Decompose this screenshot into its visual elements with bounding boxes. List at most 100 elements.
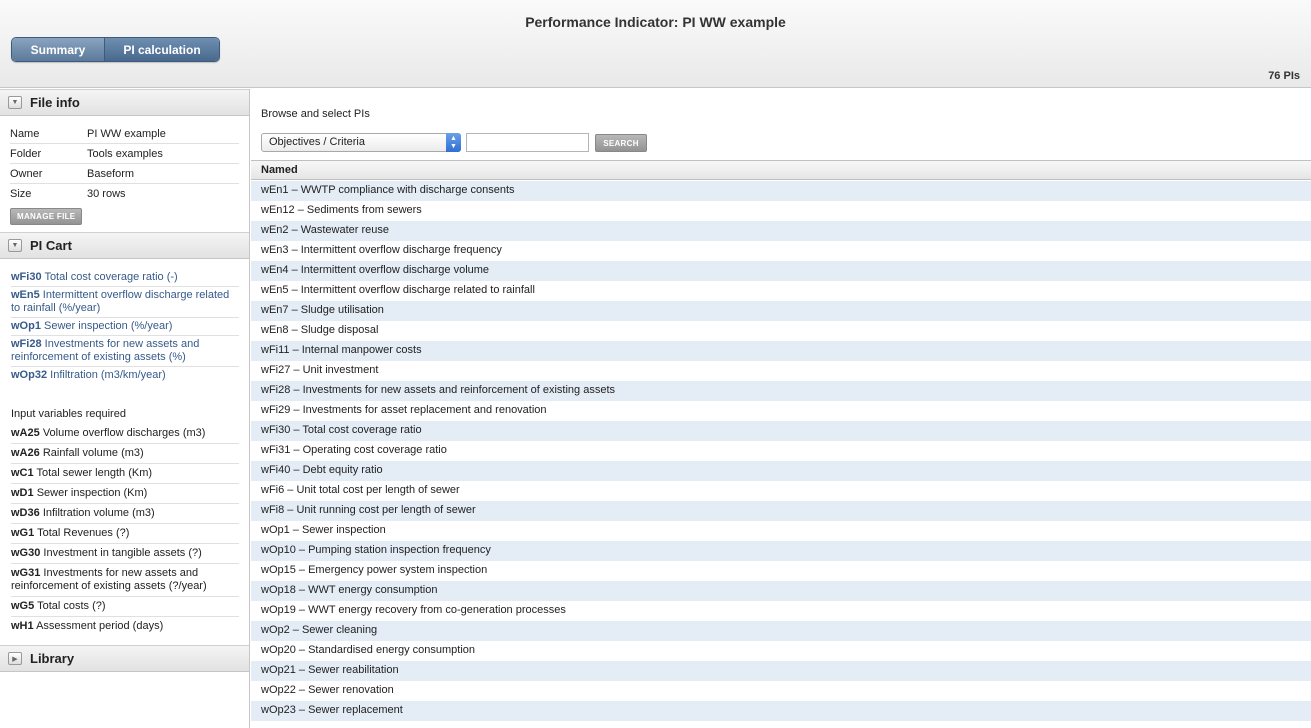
sidebar: ▼ File info Name PI WW example Folder To… (0, 89, 250, 728)
variable-code: wH1 (11, 620, 34, 632)
pi-row[interactable]: wFi30 – Total cost coverage ratio (251, 421, 1311, 441)
file-info-key: Folder (10, 147, 42, 160)
pi-row[interactable]: wFi8 – Unit running cost per length of s… (251, 501, 1311, 521)
cart-item[interactable]: wOp32 Infiltration (m3/km/year) (11, 367, 239, 384)
expand-right-icon[interactable]: ▶ (8, 652, 22, 665)
cart-item[interactable]: wFi30 Total cost coverage ratio (-) (11, 269, 239, 287)
file-info-key: Size (10, 188, 32, 200)
app-header: Performance Indicator: PI WW example Sum… (0, 0, 1311, 88)
file-info-value: Tools examples (87, 147, 163, 160)
variable-code: wC1 (11, 467, 34, 479)
page-title: Performance Indicator: PI WW example (525, 14, 786, 30)
cart-item[interactable]: wFi28 Investments for new assets and rei… (11, 336, 239, 367)
cart-item-code: wFi28 (11, 338, 42, 350)
cart-item-code: wOp32 (11, 369, 48, 381)
variable-label: Investment in tangible assets (?) (43, 547, 202, 559)
cart-item[interactable]: wOp1 Sewer inspection (%/year) (11, 318, 239, 336)
pi-row[interactable]: wFi27 – Unit investment (251, 361, 1311, 381)
pi-row[interactable]: wFi29 – Investments for asset replacemen… (251, 401, 1311, 421)
tab-summary[interactable]: Summary (12, 38, 104, 61)
required-variables-list: wA25 Volume overflow discharges (m3) wA2… (11, 424, 239, 636)
pi-row[interactable]: wOp10 – Pumping station inspection frequ… (251, 541, 1311, 561)
file-info-table: Name PI WW example Folder Tools examples… (10, 124, 239, 204)
cart-item[interactable]: wEn5 Intermittent overflow discharge rel… (11, 287, 239, 318)
collapse-down-icon[interactable]: ▼ (8, 239, 22, 252)
cart-item-code: wOp1 (11, 320, 41, 332)
criteria-select-value: Objectives / Criteria (269, 136, 365, 148)
cart-item-code: wFi30 (11, 271, 42, 283)
collapse-down-icon[interactable]: ▼ (8, 96, 22, 109)
pi-row[interactable]: wFi11 – Internal manpower costs (251, 341, 1311, 361)
view-switcher: Summary PI calculation (11, 37, 220, 62)
pi-row[interactable]: wOp20 – Standardised energy consumption (251, 641, 1311, 661)
cart-item-label: Intermittent overflow discharge related … (11, 289, 230, 314)
pi-row[interactable]: wOp23 – Sewer replacement (251, 701, 1311, 721)
variable-code: wG31 (11, 567, 41, 579)
select-arrows-icon: ▲ ▼ (446, 133, 461, 152)
cart-item-label: Sewer inspection (%/year) (44, 320, 173, 332)
cart-item-code: wEn5 (11, 289, 40, 301)
pi-row[interactable]: wEn3 – Intermittent overflow discharge f… (251, 241, 1311, 261)
variable-code: wD1 (11, 487, 34, 499)
variable-item: wG5 Total costs (?) (11, 597, 239, 617)
cart-item-label: Total cost coverage ratio (-) (44, 271, 178, 283)
main-panel: Browse and select PIs Objectives / Crite… (251, 89, 1311, 728)
variable-item: wG31 Investments for new assets and rein… (11, 564, 239, 597)
variable-item: wD1 Sewer inspection (Km) (11, 484, 239, 504)
pi-row[interactable]: wOp21 – Sewer reabilitation (251, 661, 1311, 681)
variable-item: wG1 Total Revenues (?) (11, 524, 239, 544)
pi-count: 76 PIs (1268, 70, 1300, 82)
file-info-row: Owner Baseform (10, 164, 239, 184)
pi-row[interactable]: wOp1 – Sewer inspection (251, 521, 1311, 541)
browse-title: Browse and select PIs (261, 108, 370, 120)
pi-row[interactable]: wFi40 – Debt equity ratio (251, 461, 1311, 481)
library-header[interactable]: ▶ Library (0, 645, 249, 672)
tab-pi-calculation[interactable]: PI calculation (104, 38, 219, 61)
pi-row[interactable]: wEn5 – Intermittent overflow discharge r… (251, 281, 1311, 301)
variable-label: Volume overflow discharges (m3) (42, 427, 206, 439)
column-header-named[interactable]: Named (251, 160, 1311, 180)
variable-item: wA25 Volume overflow discharges (m3) (11, 424, 239, 444)
pi-row[interactable]: wOp2 – Sewer cleaning (251, 621, 1311, 641)
file-info-header[interactable]: ▼ File info (0, 89, 249, 116)
file-info-row: Folder Tools examples (10, 144, 239, 164)
variable-label: Total Revenues (?) (37, 527, 130, 539)
pi-row[interactable]: wEn1 – WWTP compliance with discharge co… (251, 181, 1311, 201)
file-info-title: File info (30, 95, 80, 110)
pi-row[interactable]: wFi31 – Operating cost coverage ratio (251, 441, 1311, 461)
variable-code: wG30 (11, 547, 41, 559)
pi-row[interactable]: wOp19 – WWT energy recovery from co-gene… (251, 601, 1311, 621)
pi-row[interactable]: wEn7 – Sludge utilisation (251, 301, 1311, 321)
file-info-key: Owner (10, 167, 43, 180)
variable-label: Infiltration volume (m3) (42, 507, 155, 519)
variable-item: wD36 Infiltration volume (m3) (11, 504, 239, 524)
pi-row[interactable]: wEn8 – Sludge disposal (251, 321, 1311, 341)
search-button[interactable]: SEARCH (595, 134, 647, 152)
variable-label: Total costs (?) (37, 600, 106, 612)
criteria-select[interactable]: Objectives / Criteria ▲ ▼ (261, 133, 461, 152)
manage-file-button[interactable]: MANAGE FILE (10, 208, 83, 225)
pi-cart-header[interactable]: ▼ PI Cart (0, 232, 249, 259)
pi-row[interactable]: wFi28 – Investments for new assets and r… (251, 381, 1311, 401)
variable-code: wG1 (11, 527, 35, 539)
variable-label: Sewer inspection (Km) (36, 487, 148, 499)
pi-row[interactable]: wEn2 – Wastewater reuse (251, 221, 1311, 241)
variable-code: wA25 (11, 427, 40, 439)
pi-row[interactable]: wOp18 – WWT energy consumption (251, 581, 1311, 601)
variable-label: Investments for new assets and reinforce… (11, 567, 207, 592)
pi-row[interactable]: wOp15 – Emergency power system inspectio… (251, 561, 1311, 581)
variable-code: wA26 (11, 447, 40, 459)
pi-row[interactable]: wEn12 – Sediments from sewers (251, 201, 1311, 221)
variable-item: wG30 Investment in tangible assets (?) (11, 544, 239, 564)
pi-row[interactable]: wOp22 – Sewer renovation (251, 681, 1311, 701)
variable-label: Assessment period (days) (36, 620, 164, 632)
search-input[interactable] (466, 133, 589, 152)
pi-row[interactable]: wEn4 – Intermittent overflow discharge v… (251, 261, 1311, 281)
variable-label: Rainfall volume (m3) (42, 447, 144, 459)
file-info-row: Size 30 rows (10, 184, 239, 204)
file-info-key: Name (10, 127, 40, 140)
file-info-value: 30 rows (87, 188, 126, 200)
library-title: Library (30, 651, 75, 666)
variable-item: wC1 Total sewer length (Km) (11, 464, 239, 484)
pi-row[interactable]: wFi6 – Unit total cost per length of sew… (251, 481, 1311, 501)
